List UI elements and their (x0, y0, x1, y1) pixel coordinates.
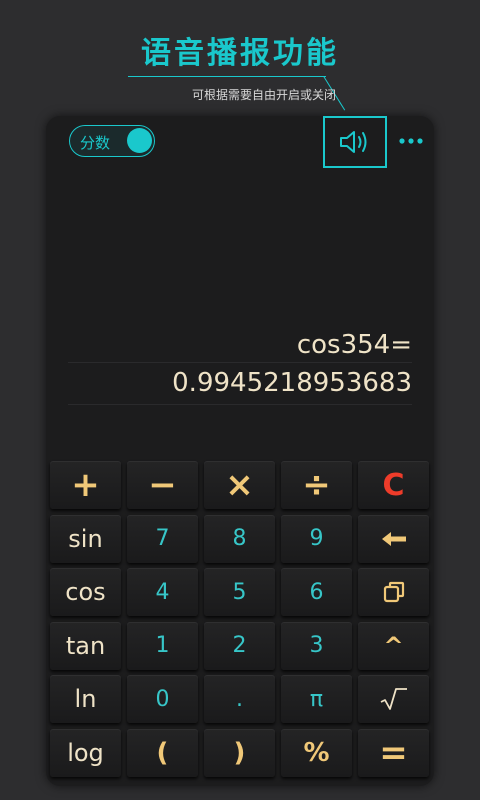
equals-key[interactable]: = (358, 728, 429, 777)
digit-7-label: 7 (155, 526, 170, 551)
more-icon[interactable] (398, 128, 424, 154)
digit-8-key[interactable]: 8 (204, 514, 275, 563)
calculator-screen: 分数 cos354= 0.9945218953683 + − × ÷ C sin… (46, 116, 434, 786)
clear-key-label: C (382, 467, 405, 503)
divide-key-label: ÷ (302, 465, 331, 505)
digit-1-key[interactable]: 1 (127, 621, 198, 670)
tan-key[interactable]: tan (50, 621, 121, 670)
digit-4-key[interactable]: 4 (127, 568, 198, 616)
multiply-key-label: × (225, 465, 254, 505)
sqrt-key[interactable] (358, 675, 429, 723)
copy-icon (383, 581, 404, 603)
digit-8-label: 8 (232, 526, 247, 551)
pi-key-label: π (309, 686, 324, 712)
power-key[interactable]: ^ (358, 621, 429, 670)
digit-1-label: 1 (155, 633, 170, 658)
log-key[interactable]: log (50, 728, 121, 777)
minus-key[interactable]: − (127, 461, 198, 509)
sin-key-label: sin (68, 524, 103, 553)
plus-key[interactable]: + (50, 461, 121, 509)
cos-key-label: cos (65, 578, 106, 606)
copy-key[interactable] (358, 568, 429, 616)
digit-6-key[interactable]: 6 (281, 568, 352, 616)
decimal-point-label: . (236, 686, 243, 712)
digit-6-label: 6 (309, 579, 324, 605)
minus-key-label: − (148, 465, 177, 505)
power-key-label: ^ (383, 631, 404, 660)
divide-key[interactable]: ÷ (281, 461, 352, 509)
toggle-knob (127, 128, 152, 153)
open-paren-key[interactable]: ( (127, 728, 198, 777)
digit-4-label: 4 (155, 579, 170, 605)
percent-key[interactable]: % (281, 728, 352, 777)
sin-key[interactable]: sin (50, 514, 121, 563)
digit-0-key[interactable]: 0 (127, 675, 198, 723)
tan-key-label: tan (65, 631, 106, 660)
callout-line (128, 76, 326, 77)
promo-subtitle: 可根据需要自由开启或关闭 (191, 88, 336, 102)
digit-2-key[interactable]: 2 (204, 621, 275, 670)
equals-key-label: = (379, 732, 408, 773)
fraction-toggle[interactable]: 分数 (69, 125, 155, 157)
digit-5-label: 5 (232, 579, 247, 605)
result-display: 0.9945218953683 (172, 368, 412, 398)
decimal-point-key[interactable]: . (204, 675, 275, 723)
multiply-key[interactable]: × (204, 461, 275, 509)
keypad: + − × ÷ C sin 7 8 9 cos 4 5 6 tan 1 2 3 … (50, 461, 430, 777)
digit-3-label: 3 (309, 633, 324, 658)
voice-broadcast-button[interactable] (323, 116, 387, 168)
dots-icon (399, 138, 423, 144)
digit-3-key[interactable]: 3 (281, 621, 352, 670)
sqrt-icon (380, 688, 407, 710)
backspace-icon (381, 531, 406, 546)
digit-2-label: 2 (232, 633, 247, 658)
clear-key[interactable]: C (358, 461, 429, 509)
backspace-key[interactable] (358, 514, 429, 563)
digit-0-label: 0 (155, 686, 170, 712)
display-divider (68, 404, 412, 405)
close-paren-label: ) (233, 737, 246, 768)
cos-key[interactable]: cos (50, 568, 121, 616)
speaker-icon (340, 131, 367, 153)
promo-title: 语音播报功能 (141, 36, 339, 71)
digit-5-key[interactable]: 5 (204, 568, 275, 616)
digit-9-key[interactable]: 9 (281, 514, 352, 563)
log-key-label: log (67, 738, 104, 767)
open-paren-label: ( (156, 737, 169, 768)
digit-7-key[interactable]: 7 (127, 514, 198, 563)
display-divider (68, 362, 412, 363)
plus-key-label: + (71, 465, 100, 505)
ln-key[interactable]: ln (50, 675, 121, 723)
fraction-toggle-label: 分数 (80, 134, 111, 152)
ln-key-label: ln (74, 685, 97, 713)
percent-key-label: % (303, 737, 330, 768)
close-paren-key[interactable]: ) (204, 728, 275, 777)
expression-display: cos354= (296, 330, 412, 360)
pi-key[interactable]: π (281, 675, 352, 723)
digit-9-label: 9 (309, 526, 324, 551)
